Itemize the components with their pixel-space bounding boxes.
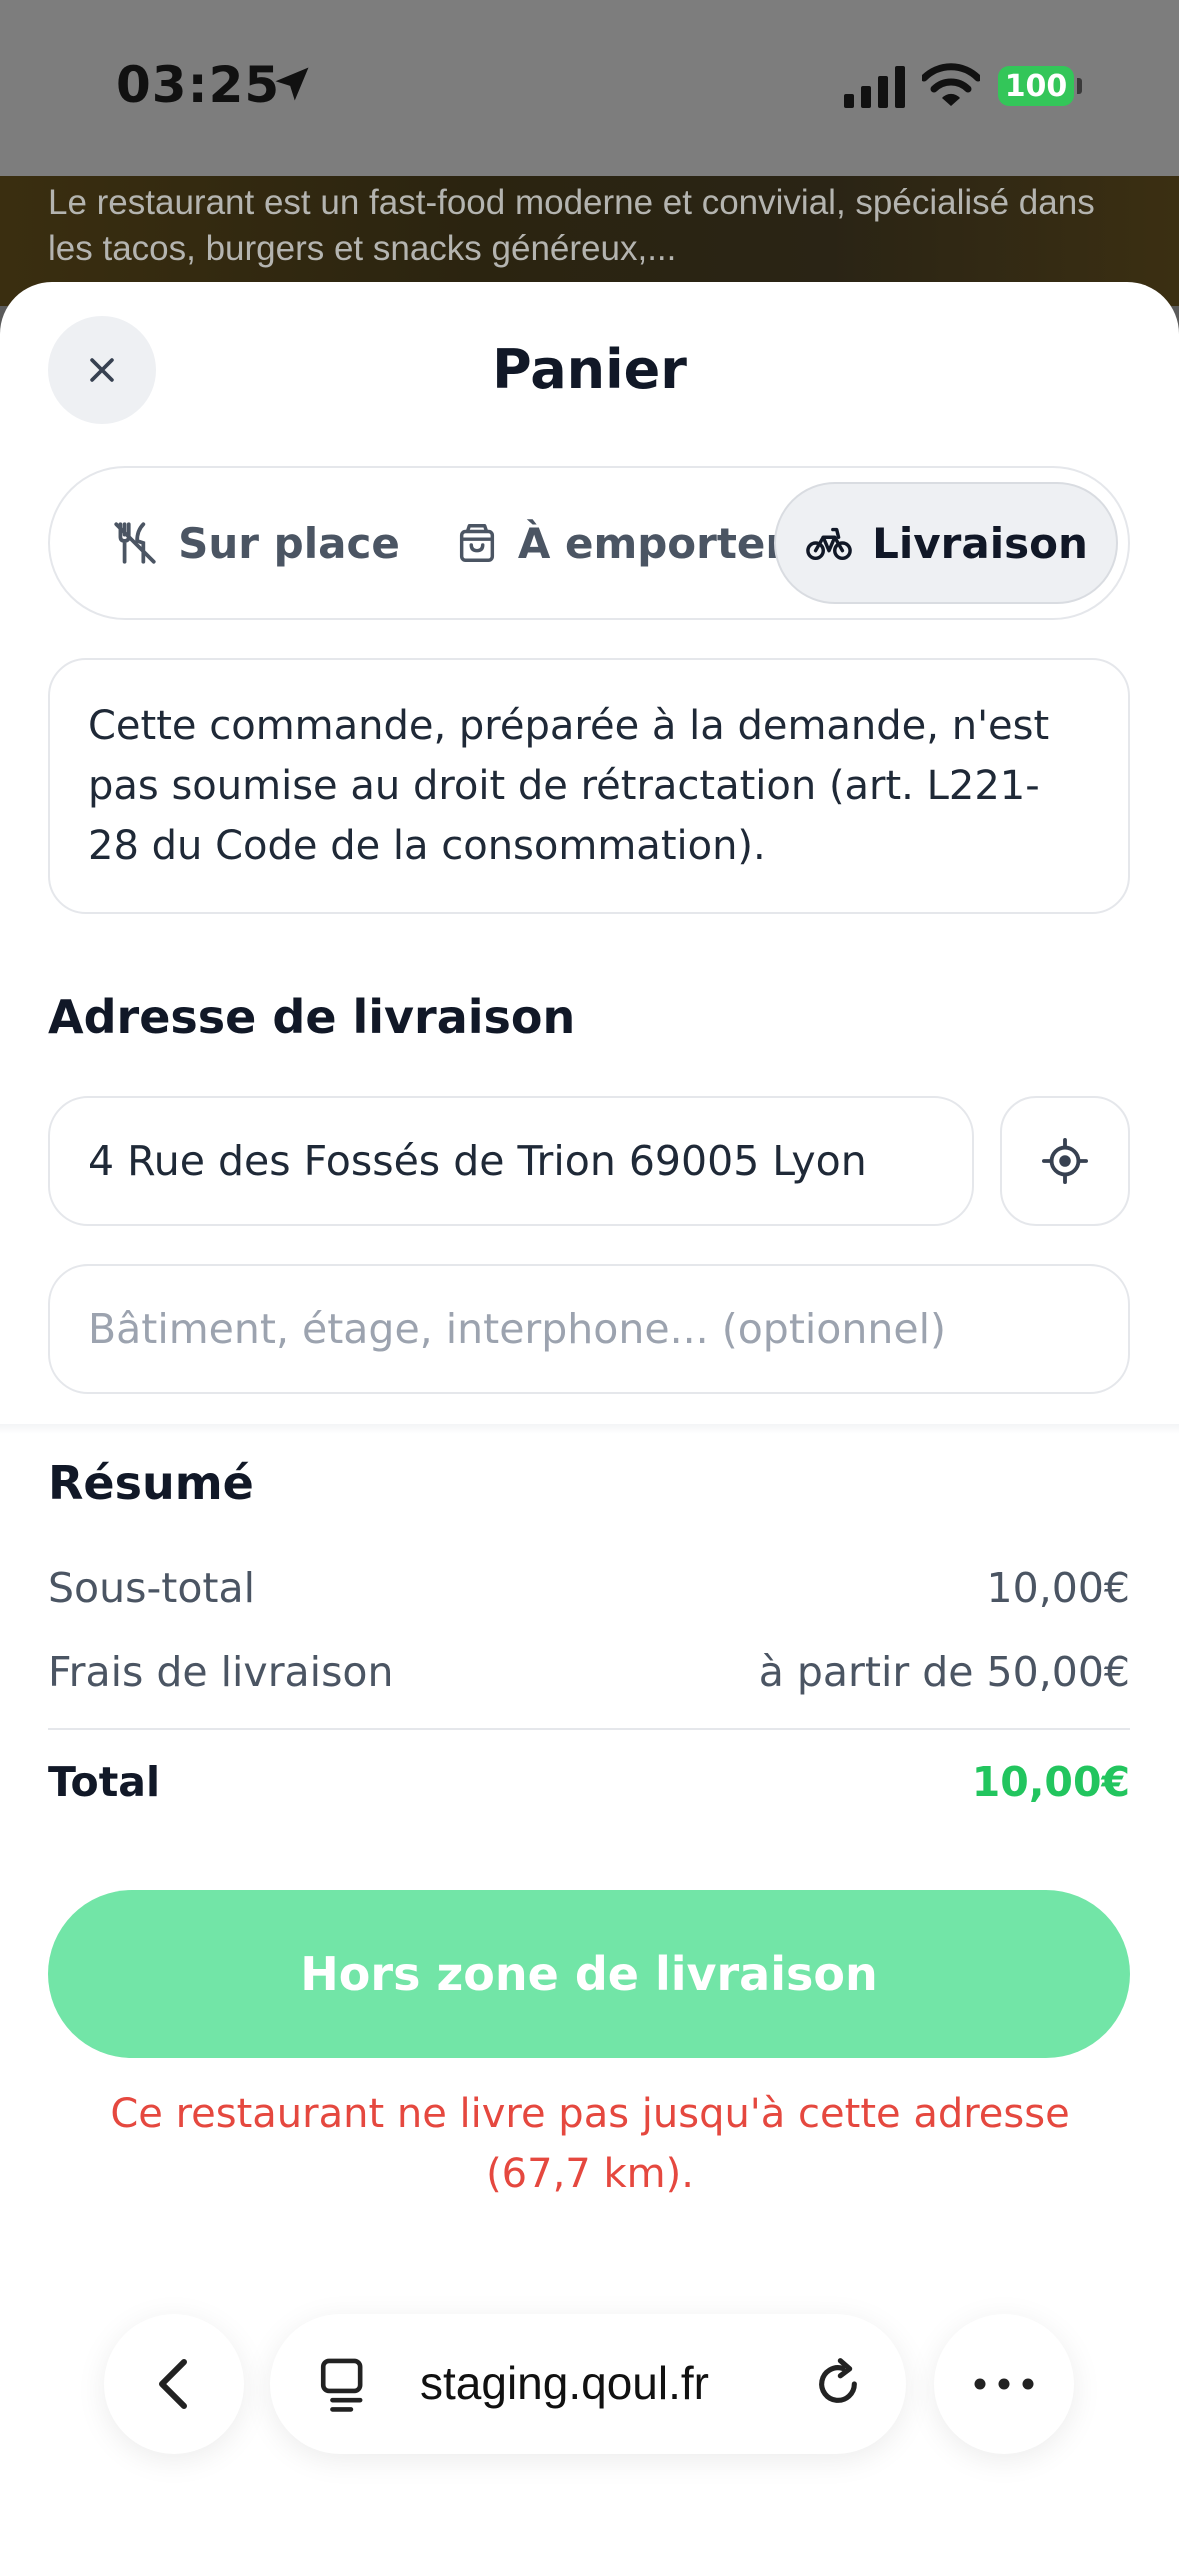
subtotal-label: Sous-total: [48, 1564, 256, 1612]
tab-livraison-label: Livraison: [872, 518, 1088, 568]
address-complement-placeholder: Bâtiment, étage, interphone... (optionne…: [88, 1305, 946, 1353]
subtotal-value: 10,00€: [986, 1564, 1130, 1612]
address-input[interactable]: 4 Rue des Fossés de Trion 69005 Lyon: [48, 1096, 974, 1226]
tab-a-emporter[interactable]: À emporter: [430, 482, 810, 604]
total-value: 10,00€: [971, 1758, 1130, 1806]
cart-sheet: [0, 282, 1179, 2556]
delivery-address-title: Adresse de livraison: [48, 990, 576, 1044]
delivery-fee-row: Frais de livraison à partir de 50,00€: [48, 1648, 1130, 1696]
tab-a-emporter-label: À emporter: [517, 518, 787, 568]
tab-sur-place[interactable]: Sur place: [90, 482, 420, 604]
address-value: 4 Rue des Fossés de Trion 69005 Lyon: [88, 1137, 867, 1185]
subtotal-row: Sous-total 10,00€: [48, 1564, 1130, 1612]
back-button[interactable]: [104, 2314, 244, 2454]
reload-icon[interactable]: [810, 2354, 866, 2414]
tabs-icon: [320, 2358, 363, 2412]
locate-button[interactable]: [1000, 1096, 1130, 1226]
withdrawal-notice: Cette commande, préparée à la demande, n…: [48, 658, 1130, 914]
crosshair-icon: [1042, 1138, 1088, 1184]
restaurant-description: Le restaurant est un fast-food moderne e…: [48, 183, 1095, 268]
status-time: 03:25: [116, 56, 281, 114]
signal-icon: [844, 66, 905, 108]
total-row: Total 10,00€: [48, 1758, 1130, 1806]
tab-sur-place-label: Sur place: [178, 518, 400, 568]
delivery-fee-label: Frais de livraison: [48, 1648, 394, 1696]
bicycle-icon: [806, 527, 852, 561]
section-divider: [0, 1424, 1179, 1434]
wifi-icon: [922, 63, 980, 106]
total-label: Total: [48, 1758, 161, 1806]
delivery-error-message: Ce restaurant ne livre pas jusqu'à cette…: [110, 2091, 1070, 2197]
battery-icon: 100: [998, 66, 1074, 106]
no-cutlery-icon: [114, 522, 156, 564]
out-of-zone-label: Hors zone de livraison: [300, 1947, 878, 2001]
sheet-title: Panier: [492, 338, 687, 401]
more-icon: [974, 2378, 1034, 2390]
battery-tip: [1077, 78, 1082, 94]
back-chevron-icon: [159, 2359, 187, 2409]
location-arrow-icon: [275, 67, 309, 101]
url-text: staging.qoul.fr: [420, 2357, 709, 2409]
more-button[interactable]: [934, 2314, 1074, 2454]
address-complement-input[interactable]: Bâtiment, étage, interphone... (optionne…: [48, 1264, 1130, 1394]
url-bar[interactable]: staging.qoul.fr: [270, 2314, 906, 2454]
out-of-zone-button[interactable]: Hors zone de livraison: [48, 1890, 1130, 2058]
shopping-bag-icon: [459, 524, 494, 562]
summary-separator: [48, 1728, 1130, 1730]
delivery-fee-value: à partir de 50,00€: [758, 1648, 1130, 1696]
tab-livraison[interactable]: Livraison: [774, 482, 1118, 604]
order-mode-selector: Sur place À emporter Livraison: [48, 466, 1130, 620]
summary-title: Résumé: [48, 1456, 254, 1510]
